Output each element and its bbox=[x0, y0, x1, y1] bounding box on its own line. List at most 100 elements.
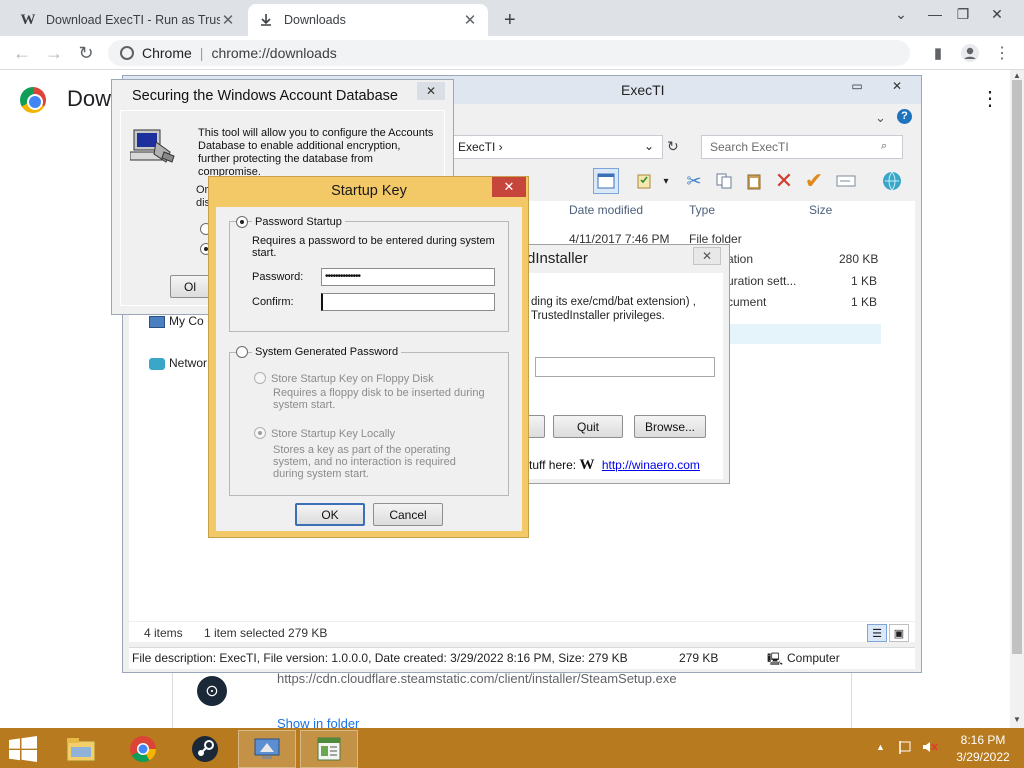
tab-search-chevron-icon[interactable]: ⌄ bbox=[884, 0, 918, 28]
tab-title: Download ExecTI - Run as Truste bbox=[46, 13, 220, 27]
row-size[interactable]: 280 KB bbox=[839, 252, 878, 266]
row-type[interactable]: cument bbox=[727, 295, 766, 309]
row-type[interactable]: ation bbox=[727, 252, 753, 266]
column-header-type[interactable]: Type bbox=[689, 203, 715, 217]
ribbon-expand-icon[interactable]: ⌄ bbox=[875, 110, 886, 126]
system-generated-label[interactable]: System Generated Password bbox=[252, 346, 402, 358]
tab-download-execti[interactable]: W Download ExecTI - Run as Truste ✕ bbox=[10, 4, 246, 36]
system-generated-radio[interactable] bbox=[236, 346, 248, 358]
scroll-up-icon[interactable]: ▲ bbox=[1010, 71, 1024, 80]
preview-pane-icon[interactable] bbox=[593, 168, 619, 194]
cancel-button[interactable]: Cancel bbox=[373, 503, 443, 526]
refresh-icon[interactable]: ↻ bbox=[667, 138, 679, 155]
tab-downloads[interactable]: Downloads ✕ bbox=[248, 4, 488, 36]
tab-close-icon[interactable]: ✕ bbox=[462, 11, 478, 29]
close-window-icon[interactable]: ✕ bbox=[980, 0, 1014, 28]
rename-icon[interactable] bbox=[833, 168, 859, 194]
large-icons-view-icon[interactable]: ▣ bbox=[889, 624, 909, 642]
execti-dialog-body: ding its exe/cmd/bat extension) , Truste… bbox=[527, 273, 723, 479]
chrome-menu-icon[interactable]: ⋮ bbox=[988, 40, 1016, 66]
omnibox-site-label: Chrome bbox=[142, 45, 192, 61]
file-description: File description: ExecTI, File version: … bbox=[132, 651, 628, 665]
floppy-radio[interactable] bbox=[254, 372, 266, 384]
details-view-icon[interactable]: ☰ bbox=[867, 624, 887, 642]
column-header-date[interactable]: Date modified bbox=[569, 203, 643, 217]
omnibox[interactable]: Chrome | chrome://downloads bbox=[108, 40, 910, 66]
row-type[interactable]: uration sett... bbox=[727, 274, 796, 288]
properties-dropdown-icon[interactable]: ▾ bbox=[653, 168, 679, 194]
execti-close-icon[interactable]: ✕ bbox=[693, 247, 721, 265]
password-startup-radio[interactable] bbox=[236, 216, 248, 228]
securing-close-icon[interactable]: ✕ bbox=[417, 82, 445, 100]
explorer-title: ExecTI bbox=[621, 82, 665, 98]
tab-close-icon[interactable]: ✕ bbox=[220, 11, 236, 29]
action-center-flag-icon[interactable] bbox=[898, 740, 914, 754]
row-size[interactable]: 1 KB bbox=[851, 295, 877, 309]
scrollbar-thumb[interactable] bbox=[1012, 80, 1022, 654]
taskbar-execti-icon[interactable] bbox=[300, 730, 358, 768]
address-dropdown-icon[interactable]: ⌄ bbox=[644, 139, 654, 153]
tray-overflow-icon[interactable]: ▲ bbox=[876, 742, 885, 752]
password-startup-label[interactable]: Password Startup bbox=[252, 216, 345, 228]
download-item-url[interactable]: https://cdn.cloudflare.steamstatic.com/c… bbox=[277, 671, 677, 686]
page-scrollbar[interactable]: ▲ ▼ bbox=[1010, 70, 1024, 730]
taskbar-remote-desktop-icon[interactable] bbox=[238, 730, 296, 768]
column-header-size[interactable]: Size bbox=[809, 203, 832, 217]
scroll-down-icon[interactable]: ▼ bbox=[1010, 715, 1024, 724]
forward-icon[interactable]: → bbox=[40, 40, 68, 66]
file-size: 279 KB bbox=[679, 651, 719, 665]
breadcrumb[interactable]: ExecTI › bbox=[458, 140, 503, 154]
check-icon[interactable]: ✔ bbox=[801, 168, 827, 194]
address-bar[interactable]: ExecTI › ⌄ bbox=[453, 135, 663, 159]
search-icon: ⌕ bbox=[881, 140, 888, 152]
startup-key-title: Startup Key bbox=[331, 183, 407, 199]
help-icon[interactable]: ? bbox=[897, 109, 912, 124]
explorer-toolbar: ▾ ✂ ✕ ✔ bbox=[593, 164, 921, 198]
execti-path-input[interactable] bbox=[535, 357, 715, 377]
ok-button[interactable]: OK bbox=[295, 503, 365, 526]
clock-date[interactable]: 3/29/2022 bbox=[948, 750, 1018, 764]
start-windows-icon[interactable] bbox=[8, 736, 38, 762]
browser-tabstrip: W Download ExecTI - Run as Truste ✕ Down… bbox=[0, 0, 1024, 36]
details-bar: File description: ExecTI, File version: … bbox=[129, 647, 915, 669]
status-bar: 4 items 1 item selected 279 KB bbox=[129, 622, 915, 642]
password-field[interactable]: •••••••••••••• bbox=[321, 268, 495, 286]
clock-time[interactable]: 8:16 PM bbox=[948, 733, 1018, 747]
taskbar-steam-icon[interactable] bbox=[176, 730, 234, 768]
taskbar-chrome-icon[interactable] bbox=[114, 730, 172, 768]
restore-icon[interactable]: ❐ bbox=[946, 0, 980, 28]
network-icon bbox=[149, 357, 165, 370]
paste-icon[interactable] bbox=[741, 168, 767, 194]
delete-icon[interactable]: ✕ bbox=[771, 168, 797, 194]
securing-ok-button[interactable]: Ol bbox=[170, 275, 210, 298]
copy-icon[interactable] bbox=[711, 168, 737, 194]
store-locally-radio[interactable] bbox=[254, 427, 266, 439]
explorer-close-icon[interactable]: ✕ bbox=[875, 76, 919, 96]
network-globe-icon[interactable] bbox=[879, 168, 905, 194]
securing-dialog-title: Securing the Windows Account Database bbox=[132, 88, 398, 104]
floppy-label: Store Startup Key on Floppy Disk bbox=[271, 373, 434, 385]
winaero-link[interactable]: http://winaero.com bbox=[602, 458, 700, 472]
cut-icon[interactable]: ✂ bbox=[681, 168, 707, 194]
store-locally-desc: Stores a key as part of the operating sy… bbox=[273, 444, 456, 480]
side-panel-icon[interactable]: ▮ bbox=[924, 40, 952, 66]
profile-avatar-icon[interactable] bbox=[956, 40, 984, 66]
confirm-field[interactable] bbox=[321, 293, 495, 311]
reload-icon[interactable]: ↻ bbox=[72, 40, 100, 66]
run-button-partial[interactable] bbox=[527, 415, 545, 438]
explorer-maximize-icon[interactable]: ▭ bbox=[841, 76, 873, 96]
browse-button[interactable]: Browse... bbox=[634, 415, 706, 438]
startup-close-icon[interactable]: ✕ bbox=[492, 177, 526, 197]
taskbar-file-explorer-icon[interactable] bbox=[52, 730, 110, 768]
quit-button[interactable]: Quit bbox=[553, 415, 623, 438]
nav-item-network[interactable]: Networ bbox=[149, 356, 207, 370]
execti-dialog-title: dInstaller bbox=[527, 250, 588, 267]
downloads-menu-icon[interactable]: ⋮ bbox=[980, 86, 1000, 111]
volume-muted-icon[interactable] bbox=[922, 740, 938, 754]
nav-item-computer[interactable]: My Co bbox=[149, 314, 204, 328]
selection-info: 1 item selected 279 KB bbox=[204, 626, 328, 640]
back-icon[interactable]: ← bbox=[8, 40, 36, 66]
new-tab-button[interactable]: + bbox=[494, 4, 524, 36]
row-size[interactable]: 1 KB bbox=[851, 274, 877, 288]
search-input[interactable]: Search ExecTI bbox=[701, 135, 903, 159]
